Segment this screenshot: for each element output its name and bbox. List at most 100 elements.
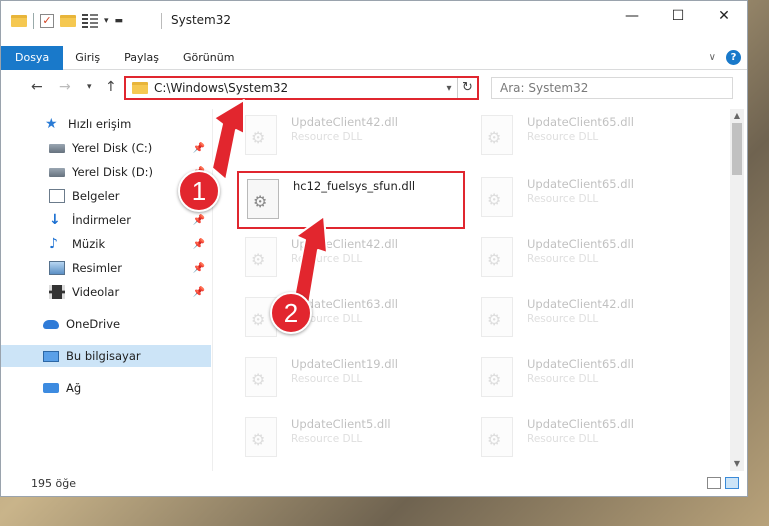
music-icon: ♪ <box>49 236 58 252</box>
navigation-pane: ★ Hızlı erişim Yerel Disk (C:) 📌 Yerel D… <box>1 109 213 471</box>
file-name: UpdateClient5.dll <box>291 417 391 431</box>
properties-check-icon[interactable]: ✓ <box>40 14 54 28</box>
address-bar[interactable]: C:\Windows\System32 ▾ ↻ <box>124 76 479 100</box>
refresh-icon[interactable]: ↻ <box>457 78 477 98</box>
file-item[interactable]: UpdateClient42.dll Resource DLL <box>473 291 693 345</box>
sidebar-item-label: OneDrive <box>66 317 121 331</box>
close-button[interactable]: ✕ <box>701 1 747 31</box>
file-description: Resource DLL <box>291 253 363 265</box>
status-bar: 195 öğe <box>1 472 747 496</box>
sidebar-item-downloads[interactable]: ↓ İndirmeler 📌 <box>1 209 211 231</box>
file-item[interactable]: UpdateClient65.dll Resource DLL <box>473 231 693 285</box>
customize-toolbar-icon[interactable]: ▬ <box>115 16 124 26</box>
file-item[interactable]: UpdateClient5.dll Resource DLL <box>237 411 457 465</box>
sidebar-item-label: Ağ <box>66 381 82 395</box>
help-icon[interactable]: ? <box>726 50 741 65</box>
chevron-down-icon[interactable]: ▾ <box>104 16 109 26</box>
dll-file-icon <box>481 297 513 337</box>
explorer-window: ✓ ▾ ▬ System32 — ☐ ✕ Dosya Giriş Paylaş … <box>0 0 748 497</box>
vertical-scrollbar[interactable]: ▲ ▼ <box>730 109 744 471</box>
disk-icon <box>49 143 65 153</box>
pin-icon[interactable]: 📌 <box>193 263 205 274</box>
tab-share[interactable]: Paylaş <box>112 46 171 70</box>
recent-locations-icon[interactable]: ▾ <box>87 82 92 92</box>
details-view-icon[interactable] <box>707 477 721 489</box>
network-icon <box>43 383 59 393</box>
new-folder-icon[interactable] <box>60 15 76 27</box>
file-item[interactable]: UpdateClient42.dll Resource DLL <box>237 231 457 285</box>
file-name: UpdateClient65.dll <box>527 417 634 431</box>
ribbon-tabs: Dosya Giriş Paylaş Görünüm ∨ ? <box>1 45 747 70</box>
file-name: UpdateClient65.dll <box>527 357 634 371</box>
sidebar-item-label: Yerel Disk (D:) <box>72 165 154 179</box>
maximize-button[interactable]: ☐ <box>655 1 701 31</box>
up-arrow-icon[interactable]: ↑ <box>105 79 117 95</box>
pin-icon[interactable]: 📌 <box>193 215 205 226</box>
large-icons-view-icon[interactable] <box>725 477 739 489</box>
tab-view[interactable]: Görünüm <box>171 46 246 70</box>
address-path[interactable]: C:\Windows\System32 <box>154 81 441 95</box>
pictures-icon <box>49 261 65 275</box>
sidebar-item-pictures[interactable]: Resimler 📌 <box>1 257 211 279</box>
tab-home[interactable]: Giriş <box>63 46 112 70</box>
file-item-highlighted[interactable]: hc12_fuelsys_sfun.dll <box>237 171 465 229</box>
sidebar-item-disk-d[interactable]: Yerel Disk (D:) 📌 <box>1 161 211 183</box>
window-controls: — ☐ ✕ <box>609 1 747 31</box>
navigation-bar: ← → ▾ ↑ C:\Windows\System32 ▾ ↻ Ara: Sys… <box>1 73 747 103</box>
file-item[interactable]: UpdateClient65.dll Resource DLL <box>473 109 693 163</box>
pin-icon[interactable]: 📌 <box>193 143 205 154</box>
file-name: hc12_fuelsys_sfun.dll <box>293 179 416 193</box>
file-name: UpdateClient19.dll <box>291 357 398 371</box>
back-arrow-icon[interactable]: ← <box>31 79 43 95</box>
download-icon: ↓ <box>49 212 61 228</box>
dll-file-icon <box>245 417 277 457</box>
pin-icon[interactable]: 📌 <box>193 287 205 298</box>
this-pc-icon <box>43 350 59 362</box>
chevron-down-icon[interactable]: ▾ <box>441 83 457 94</box>
sidebar-item-label: İndirmeler <box>72 213 131 227</box>
sidebar-item-label: Yerel Disk (C:) <box>72 141 153 155</box>
sidebar-item-label: Müzik <box>72 237 106 251</box>
dll-file-icon <box>245 357 277 397</box>
list-view-icon[interactable] <box>82 14 98 28</box>
sidebar-item-label: Videolar <box>72 285 120 299</box>
dll-file-icon <box>481 357 513 397</box>
view-switcher <box>707 477 739 489</box>
dll-file-icon <box>247 179 279 219</box>
file-item[interactable]: UpdateClient42.dll Resource DLL <box>237 109 457 163</box>
file-name: UpdateClient65.dll <box>527 237 634 251</box>
search-input[interactable]: Ara: System32 <box>491 77 733 99</box>
sidebar-item-this-pc[interactable]: Bu bilgisayar <box>1 345 211 367</box>
sidebar-item-music[interactable]: ♪ Müzik 📌 <box>1 233 211 255</box>
star-icon: ★ <box>45 116 58 132</box>
tab-file[interactable]: Dosya <box>1 45 64 70</box>
dll-file-icon <box>481 115 513 155</box>
quick-access-toolbar: ✓ ▾ ▬ <box>11 10 123 32</box>
expand-ribbon-icon[interactable]: ∨ <box>709 52 716 63</box>
folder-icon <box>11 15 27 27</box>
sidebar-item-quick-access[interactable]: ★ Hızlı erişim <box>1 113 211 135</box>
forward-arrow-icon[interactable]: → <box>59 79 71 95</box>
file-description: Resource DLL <box>527 313 599 325</box>
file-name: UpdateClient42.dll <box>291 237 398 251</box>
file-description: Resource DLL <box>291 433 363 445</box>
file-item[interactable]: UpdateClient19.dll Resource DLL <box>237 351 457 405</box>
sidebar-item-disk-c[interactable]: Yerel Disk (C:) 📌 <box>1 137 211 159</box>
file-list: UpdateClient42.dll Resource DLL UpdateCl… <box>233 109 728 471</box>
minimize-button[interactable]: — <box>609 1 655 31</box>
step-2-badge: 2 <box>270 292 312 334</box>
scroll-down-icon[interactable]: ▼ <box>730 457 744 471</box>
sidebar-item-network[interactable]: Ağ <box>1 377 211 399</box>
file-item[interactable]: UpdateClient65.dll Resource DLL <box>473 411 693 465</box>
file-item[interactable]: UpdateClient65.dll Resource DLL <box>473 351 693 405</box>
sidebar-item-videos[interactable]: Videolar 📌 <box>1 281 211 303</box>
sidebar-item-label: Hızlı erişim <box>68 117 132 131</box>
sidebar-item-onedrive[interactable]: OneDrive <box>1 313 211 335</box>
file-description: Resource DLL <box>527 373 599 385</box>
file-description: Resource DLL <box>527 131 599 143</box>
pin-icon[interactable]: 📌 <box>193 239 205 250</box>
file-item[interactable]: UpdateClient65.dll Resource DLL <box>473 171 693 225</box>
scroll-up-icon[interactable]: ▲ <box>730 109 744 123</box>
scrollbar-thumb[interactable] <box>732 123 742 175</box>
onedrive-icon <box>43 319 59 329</box>
